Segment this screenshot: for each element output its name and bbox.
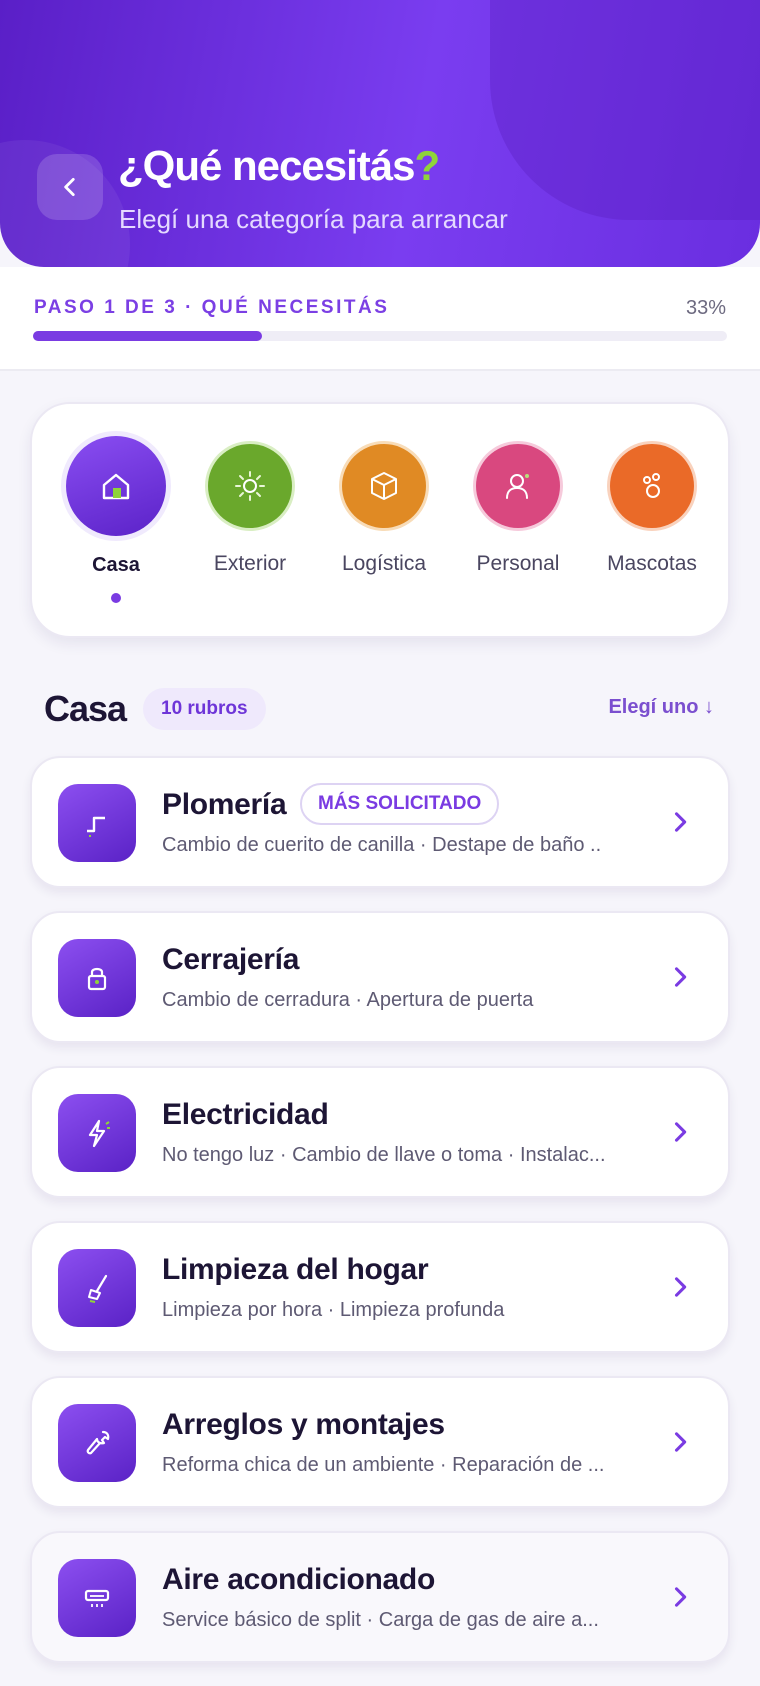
category-label: Mascotas [607, 552, 697, 575]
pipe-icon [87, 816, 105, 837]
category-mascotas-circle [610, 444, 694, 528]
chevron-right-icon [674, 1587, 687, 1607]
progress-percent: 33% [685, 297, 726, 319]
page-title-mark: ? [414, 142, 440, 189]
service-limpieza-del-hogar[interactable]: Limpieza del hogar Limpieza por hora · L… [30, 1221, 730, 1353]
service-icon-tile [58, 1559, 136, 1637]
category-logistica-circle [342, 444, 426, 528]
service-description: Limpieza por hora · Limpieza profunda [162, 1299, 505, 1321]
chevron-right-icon [674, 812, 687, 832]
progress-fill [33, 331, 263, 341]
service-electricidad[interactable]: Electricidad No tengo luz · Cambio de ll… [30, 1066, 730, 1198]
category-label: Exterior [213, 552, 287, 575]
paw-icon [643, 473, 660, 498]
service-name: Electricidad [162, 1098, 329, 1131]
service-cerrajeria[interactable]: Cerrajería Cambio de cerradura · Apertur… [30, 911, 730, 1043]
category-personal[interactable]: Personal [458, 438, 578, 576]
back-button[interactable] [37, 154, 103, 220]
category-exterior-circle [208, 444, 292, 528]
service-description: No tengo luz · Cambio de llave o toma · … [162, 1144, 606, 1166]
service-icon-tile [58, 784, 136, 862]
progress-track [33, 331, 727, 341]
service-icon-tile [58, 1404, 136, 1482]
most-requested-badge: MÁS SOLICITADO [300, 783, 500, 825]
service-icon-tile [58, 1094, 136, 1172]
lightning-icon [88, 1119, 110, 1148]
category-logistica[interactable]: Logística [324, 438, 444, 576]
service-name: Limpieza del hogar [162, 1253, 429, 1286]
service-arreglos-y-montajes[interactable]: Arreglos y montajes Reforma chica de un … [30, 1376, 730, 1508]
category-label: Casa [92, 554, 140, 576]
category-selector: Casa Exterior Logística Personal Mascota… [30, 402, 730, 638]
service-icon-tile [58, 1249, 136, 1327]
sun-icon [235, 471, 265, 501]
category-personal-circle [476, 444, 560, 528]
page-title: ¿Qué necesitás? [118, 142, 440, 190]
service-name: Aire acondicionado [162, 1563, 435, 1596]
service-description: Cambio de cuerito de canilla · Destape d… [162, 834, 602, 856]
category-mascotas[interactable]: Mascotas [592, 438, 712, 576]
category-label: Logística [341, 552, 427, 575]
service-icon-tile [58, 939, 136, 1017]
header-decoration [490, 0, 760, 220]
lock-icon [87, 967, 107, 991]
category-exterior[interactable]: Exterior [190, 438, 310, 576]
service-name: Cerrajería [162, 943, 300, 976]
section-count-badge: 10 rubros [143, 688, 266, 730]
chevron-right-icon [674, 1277, 687, 1297]
service-description: Service básico de split · Carga de gas d… [162, 1609, 599, 1631]
box-icon [371, 472, 397, 500]
person-icon [506, 474, 529, 499]
section-hint: Elegí uno ↓ [608, 696, 714, 718]
header: ¿Qué necesitás? Elegí una categoría para… [0, 0, 760, 267]
service-plomeria[interactable]: Plomería MÁS SOLICITADO Cambio de cuerit… [30, 756, 730, 888]
chevron-right-icon [674, 1432, 687, 1452]
page-subtitle: Elegí una categoría para arrancar [119, 204, 508, 234]
active-indicator-dot [111, 593, 121, 603]
category-label: Personal [476, 552, 560, 575]
service-description: Reforma chica de un ambiente · Reparació… [162, 1454, 605, 1476]
chevron-left-icon [64, 178, 75, 196]
service-name: Arreglos y montajes [162, 1408, 445, 1441]
service-name: Plomería [162, 788, 287, 821]
category-casa-circle [66, 436, 166, 536]
wrench-icon [86, 1430, 110, 1455]
progress-section: PASO 1 DE 3 · QUÉ NECESITÁS 33% [0, 267, 760, 371]
service-aire-acondicionado[interactable]: Aire acondicionado Service básico de spl… [30, 1531, 730, 1663]
chevron-right-icon [674, 967, 687, 987]
service-description: Cambio de cerradura · Apertura de puerta [162, 989, 534, 1011]
broom-icon [88, 1274, 108, 1303]
section-title: Casa [44, 688, 127, 729]
house-icon [102, 473, 130, 500]
step-label: PASO 1 DE 3 · QUÉ NECESITÁS [34, 297, 390, 318]
chevron-right-icon [674, 1122, 687, 1142]
category-casa[interactable]: Casa [56, 436, 176, 603]
page-title-text: ¿Qué necesitás [118, 142, 415, 189]
air-conditioner-icon [84, 1589, 110, 1607]
